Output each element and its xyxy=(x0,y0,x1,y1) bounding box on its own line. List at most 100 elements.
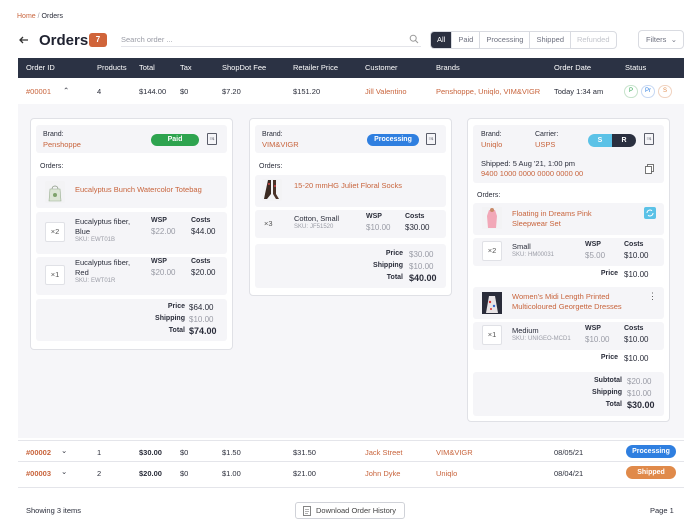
col-products[interactable]: Products xyxy=(97,63,127,72)
chevron-down-icon[interactable]: ⌄ xyxy=(61,467,67,476)
sync-icon[interactable] xyxy=(644,207,656,219)
col-order-date[interactable]: Order Date xyxy=(554,63,591,72)
total-label: Total xyxy=(605,401,622,408)
price-value: $10.00 xyxy=(624,354,649,363)
sku-label: SKU: xyxy=(294,224,309,230)
variant-name: Cotton, Small xyxy=(294,214,340,223)
tab-shipped[interactable]: Shipped xyxy=(530,32,571,48)
socks-thumbnail xyxy=(262,179,282,201)
page-indicator: Page 1 xyxy=(650,506,674,515)
cell-customer[interactable]: Jill Valentino xyxy=(365,87,407,96)
status-paid-badge: Paid xyxy=(151,134,199,146)
cell-products: 1 xyxy=(97,448,102,457)
cell-customer[interactable]: Jack Street xyxy=(365,448,403,457)
cell-brands[interactable]: Uniqlo xyxy=(436,469,457,478)
invoice-icon[interactable]: ≡$ xyxy=(426,133,436,145)
brand-card-penshoppe: Brand: Penshoppe Paid ≡$ Orders: Eucalyp… xyxy=(30,118,233,350)
col-total[interactable]: Total xyxy=(139,63,155,72)
tab-refunded[interactable]: Refunded xyxy=(571,32,616,48)
variant-name: Small xyxy=(512,242,531,251)
costs-value: $30.00 xyxy=(405,223,430,232)
toggle-refunded-option[interactable]: R xyxy=(612,134,636,147)
sku-value: EWT01B xyxy=(91,237,116,243)
download-history-button[interactable]: Download Order History xyxy=(295,502,405,519)
col-brands[interactable]: Brands xyxy=(436,63,460,72)
product-link-2[interactable]: Sleepwear Set xyxy=(512,219,561,228)
status-filter-tabs: All Paid Processing Shipped Refunded xyxy=(430,31,617,49)
brand-label: Brand: xyxy=(262,131,283,138)
col-fee[interactable]: ShopDot Fee xyxy=(222,63,266,72)
costs-value: $10.00 xyxy=(624,251,649,260)
search-input[interactable] xyxy=(121,33,401,46)
col-retailer-price[interactable]: Retailer Price xyxy=(293,63,338,72)
brand-link[interactable]: Penshoppe xyxy=(43,140,81,149)
chevron-up-icon[interactable]: ⌃ xyxy=(63,86,69,95)
cell-products: 4 xyxy=(97,87,102,96)
order-id-link[interactable]: #00001 xyxy=(26,87,51,96)
variant-name: Eucalyptus fiber, xyxy=(75,217,131,226)
sku-value: EWT01R xyxy=(91,278,116,284)
col-customer[interactable]: Customer xyxy=(365,63,398,72)
costs-label: Costs xyxy=(405,213,425,220)
chevron-down-icon[interactable]: ⌄ xyxy=(61,446,67,455)
product-link[interactable]: Women's Midi Length Printed xyxy=(512,292,610,301)
filters-button[interactable]: Filters ⌄ xyxy=(638,30,684,49)
chevron-down-icon: ⌄ xyxy=(670,35,677,44)
product-link[interactable]: 15-20 mmHG Juliet Floral Socks xyxy=(294,181,402,190)
invoice-icon[interactable]: ≡$ xyxy=(644,133,654,145)
download-label: Download Order History xyxy=(316,506,397,515)
brand-card-uniqlo: Brand: Uniqlo Carrier: USPS S R ≡$ Shipp… xyxy=(467,118,670,422)
sleepwear-thumbnail xyxy=(482,207,502,229)
wsp-value: $5.00 xyxy=(585,251,606,260)
col-order-id[interactable]: Order ID xyxy=(26,63,55,72)
orders-label: Orders: xyxy=(40,163,64,170)
total-label: Total xyxy=(168,327,185,334)
table-row[interactable]: #00001 ⌃ 4 $144.00 $0 $7.20 $151.20 Jill… xyxy=(18,78,684,104)
totebag-thumbnail xyxy=(45,181,65,203)
table-row[interactable]: #00003 ⌄ 2 $20.00 $0 $1.00 $21.00 John D… xyxy=(18,462,684,488)
price-value: $10.00 xyxy=(624,270,649,279)
brand-link[interactable]: VIM&VIGR xyxy=(262,140,299,149)
toggle-shipped-option[interactable]: S xyxy=(588,134,612,147)
table-row[interactable]: #00002 ⌄ 1 $30.00 $0 $1.50 $31.50 Jack S… xyxy=(18,440,684,462)
price-value: $64.00 xyxy=(189,303,214,312)
product-link[interactable]: Floating in Dreams Pink xyxy=(512,209,592,218)
tracking-number[interactable]: 9400 1000 0000 0000 0000 00 xyxy=(481,169,583,178)
col-status[interactable]: Status xyxy=(625,63,646,72)
col-tax[interactable]: Tax xyxy=(180,63,192,72)
product-link[interactable]: Eucalyptus Bunch Watercolor Totebag xyxy=(75,185,202,194)
total-value: $40.00 xyxy=(409,273,437,283)
tab-paid[interactable]: Paid xyxy=(452,32,481,48)
cell-brands[interactable]: VIM&VIGR xyxy=(436,448,473,457)
breadcrumb-home[interactable]: Home xyxy=(17,13,36,20)
variant-name: Medium xyxy=(512,326,539,335)
wsp-label: WSP xyxy=(585,325,601,332)
breadcrumb-current: Orders xyxy=(41,13,63,20)
status-shipped-badge: Shipped xyxy=(626,466,676,479)
brand-link[interactable]: Uniqlo xyxy=(481,140,502,149)
tab-processing[interactable]: Processing xyxy=(480,32,531,48)
wsp-value: $22.00 xyxy=(151,227,176,236)
shipping-label: Shipping xyxy=(155,315,185,322)
cell-retailer-price: $151.20 xyxy=(293,87,321,96)
back-arrow-icon[interactable] xyxy=(18,34,30,46)
price-label: Price xyxy=(167,303,185,310)
price-label: Price xyxy=(600,354,618,361)
order-id-link[interactable]: #00002 xyxy=(26,448,51,457)
variant-name-2: Blue xyxy=(75,227,91,236)
tab-all[interactable]: All xyxy=(431,32,453,48)
cell-customer[interactable]: John Dyke xyxy=(365,469,400,478)
order-id-link[interactable]: #00003 xyxy=(26,469,51,478)
cell-retailer-price: $21.00 xyxy=(293,469,316,478)
orders-label: Orders: xyxy=(477,192,501,199)
status-chip-paid: P xyxy=(624,85,638,98)
product-link-2[interactable]: Multicoloured Georgette Dresses xyxy=(512,302,622,311)
sku-label: SKU: xyxy=(512,252,527,258)
cell-brands[interactable]: Penshoppe, Uniqlo, VIM&VIGR xyxy=(436,87,540,96)
more-options-icon[interactable]: ⋮ xyxy=(648,291,657,302)
copy-icon[interactable] xyxy=(645,164,654,174)
search-icon[interactable] xyxy=(409,34,419,44)
price-value: $30.00 xyxy=(409,250,434,259)
invoice-icon[interactable]: ≡$ xyxy=(207,133,217,145)
sku-value: HM00031 xyxy=(528,252,555,258)
